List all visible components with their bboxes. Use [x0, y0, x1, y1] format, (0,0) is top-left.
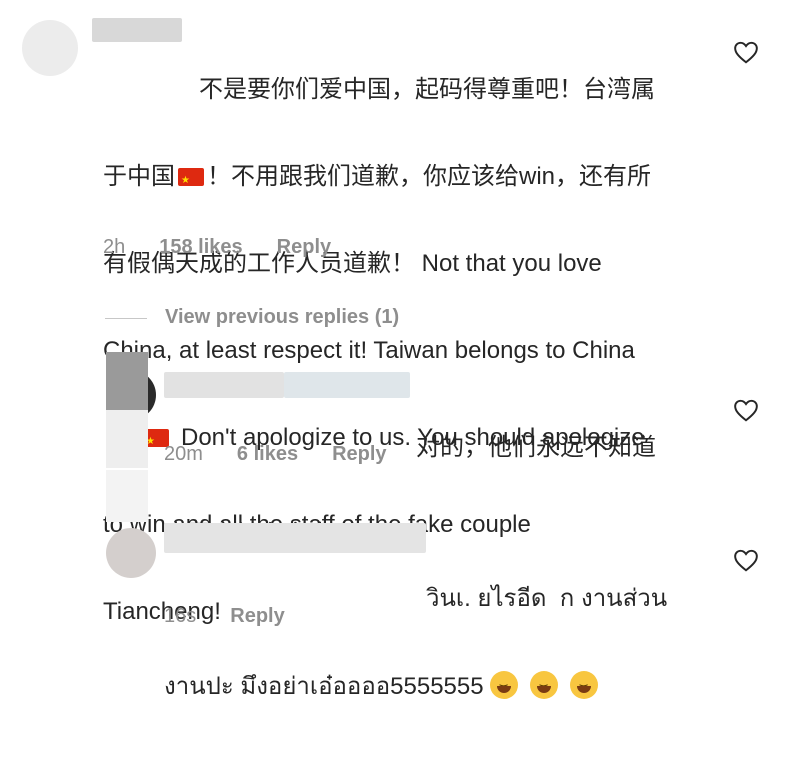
- reply-fragment: งานปะ มึงอย่าเอ๋ออออ5555555: [164, 673, 484, 700]
- reply-line: งานปะ มึงอย่าเอ๋ออออ5555555: [164, 671, 724, 701]
- likes-count[interactable]: 6 likes: [237, 443, 298, 466]
- comment-meta: 2h 158 likes Reply: [103, 236, 331, 259]
- comment-line: 不是要你们爱中国，起码得尊重吧！台湾属: [199, 76, 655, 103]
- grinning-squinting-face-icon: [529, 671, 558, 701]
- redacted-block: [106, 352, 148, 410]
- comment-fragment: ！不用跟我们道歉，你应该给win，还有所: [207, 163, 652, 190]
- comment-line: 于中国 ！不用跟我们道歉，你应该给win，还有所: [103, 162, 703, 195]
- likes-count[interactable]: 158 likes: [159, 236, 242, 259]
- reply-button[interactable]: Reply: [230, 605, 284, 628]
- comment-line: China, at least respect it! Taiwan belon…: [103, 337, 635, 364]
- grinning-squinting-face-icon: [489, 671, 518, 701]
- timestamp: 20m: [164, 443, 203, 465]
- reply-meta: 20m 6 likes Reply: [164, 443, 387, 466]
- reply-button[interactable]: Reply: [332, 443, 386, 466]
- comment-fragment: 于中国: [103, 163, 175, 190]
- reply-meta: 16s Reply: [164, 605, 285, 628]
- heart-icon[interactable]: [733, 40, 759, 64]
- redacted-block: [106, 470, 148, 522]
- timestamp: 16s: [164, 605, 197, 627]
- grinning-squinting-face-icon: [569, 671, 598, 701]
- reply-text: วินเ. ยไรอีด ก งานส่วน งานปะ มึงอย่าเอ๋อ…: [164, 526, 724, 759]
- china-flag-icon: [178, 166, 204, 195]
- avatar[interactable]: [106, 528, 156, 578]
- heart-icon[interactable]: [733, 398, 759, 422]
- divider: [105, 318, 147, 319]
- redacted-block: [106, 410, 148, 468]
- view-previous-replies-button[interactable]: View previous replies (1): [165, 306, 399, 329]
- timestamp: 2h: [103, 236, 126, 258]
- avatar[interactable]: [22, 20, 78, 76]
- heart-icon[interactable]: [733, 548, 759, 572]
- reply-button[interactable]: Reply: [277, 236, 331, 259]
